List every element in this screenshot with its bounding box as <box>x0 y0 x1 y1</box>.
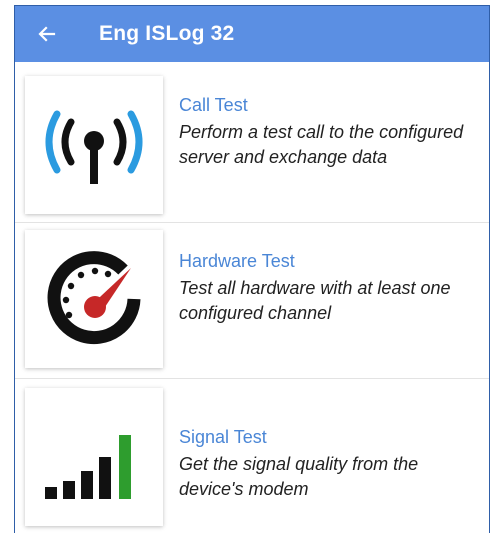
page-title: Eng ISLog 32 <box>99 22 235 45</box>
signal-test-description: Get the signal quality from the device's… <box>179 454 419 499</box>
divider <box>15 378 489 379</box>
app-bar: Eng ISLog 32 <box>15 6 489 62</box>
signal-test-thumbnail <box>25 388 163 526</box>
speedometer-icon <box>47 251 141 345</box>
call-test-title: Call Test <box>179 95 248 115</box>
arrow-left-icon <box>38 26 56 42</box>
divider <box>15 222 489 223</box>
back-button[interactable] <box>33 20 61 48</box>
hardware-test-thumbnail <box>25 230 163 368</box>
hardware-test-title: Hardware Test <box>179 251 295 271</box>
signal-test-item[interactable]: Signal Test Get the signal quality from … <box>15 380 489 533</box>
signal-bars-icon <box>45 435 131 499</box>
hardware-test-description: Test all hardware with at least one conf… <box>179 278 451 323</box>
signal-test-title: Signal Test <box>179 427 267 447</box>
call-test-thumbnail <box>25 76 163 214</box>
antenna-broadcast-icon <box>45 110 143 184</box>
call-test-description: Perform a test call to the configured se… <box>179 122 464 167</box>
app-window: Eng ISLog 32 Call Test Perform a test ca… <box>14 5 490 533</box>
hardware-test-item[interactable]: Hardware Test Test all hardware with at … <box>15 224 489 376</box>
call-test-item[interactable]: Call Test Perform a test call to the con… <box>15 72 489 220</box>
